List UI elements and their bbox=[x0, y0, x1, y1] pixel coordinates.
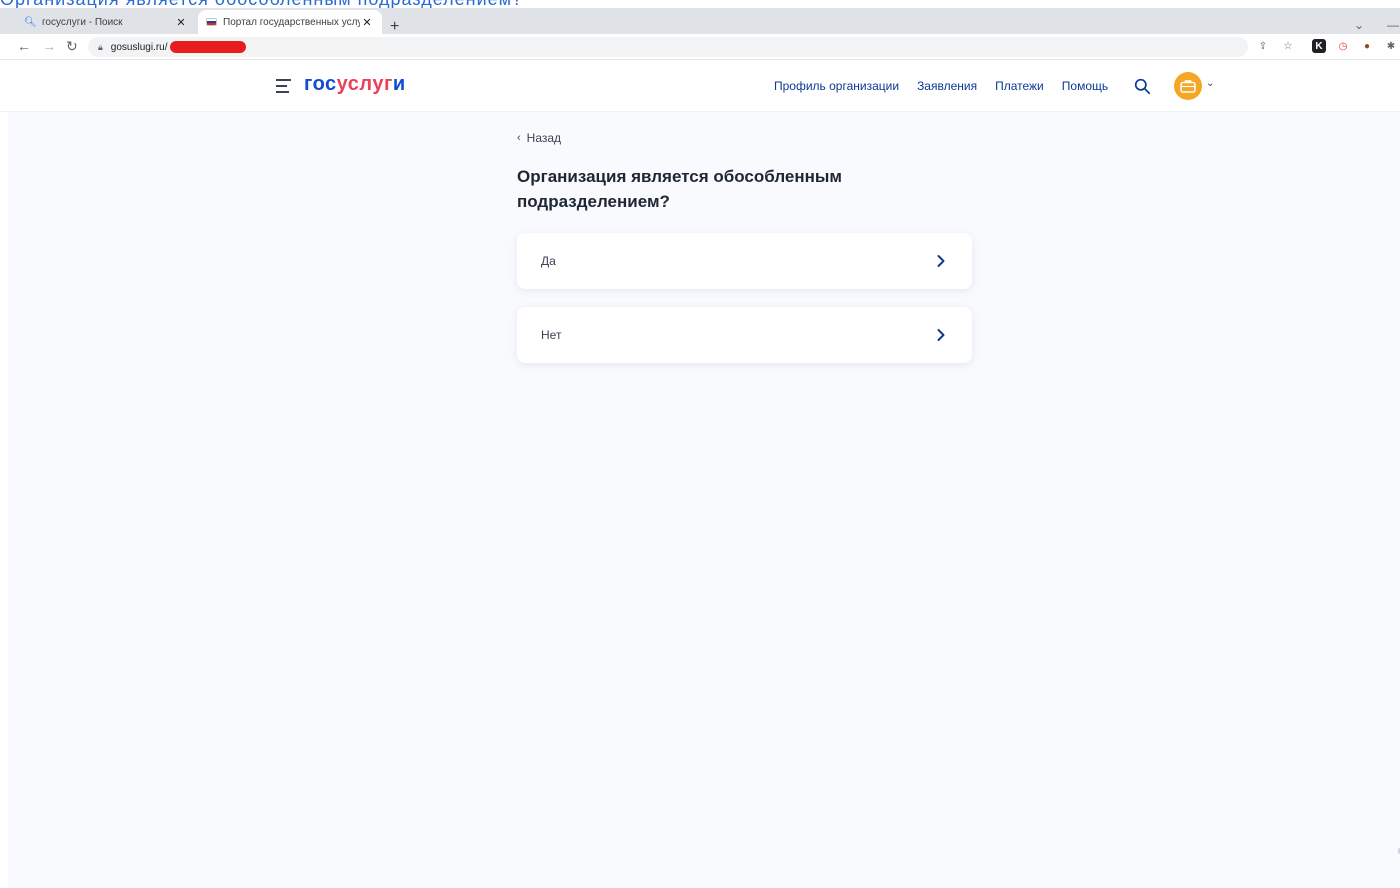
extension-avatar-icon[interactable]: ● bbox=[1360, 39, 1374, 53]
url-text: gosuslugi.ru/ bbox=[110, 41, 168, 53]
lock-icon: 🔒︎ bbox=[98, 41, 103, 52]
page-content: ‹ Назад Организация является обособленны… bbox=[8, 112, 1400, 888]
close-icon[interactable]: ✕ bbox=[360, 16, 374, 29]
search-icon[interactable] bbox=[1134, 78, 1151, 95]
russian-flag-icon bbox=[206, 18, 217, 26]
cropped-header-text: Организация является обособленным подраз… bbox=[0, 0, 523, 8]
url-input[interactable]: 🔒︎ gosuslugi.ru/ bbox=[88, 37, 1248, 57]
redacted-url-part bbox=[169, 41, 246, 53]
minimize-icon[interactable]: — bbox=[1387, 18, 1399, 32]
option-yes[interactable]: Да bbox=[517, 233, 972, 289]
option-label: Да bbox=[541, 254, 556, 268]
tab-gosuslugi[interactable]: Портал государственных услуг ✕ bbox=[198, 10, 382, 34]
nav-organization-profile[interactable]: Профиль организации bbox=[774, 79, 899, 93]
back-arrow-icon[interactable]: ← bbox=[17, 38, 31, 54]
tab-title: Портал государственных услуг bbox=[223, 16, 360, 28]
chevron-right-icon bbox=[937, 329, 945, 341]
main-nav: Профиль организации Заявления Платежи По… bbox=[774, 79, 1126, 93]
option-label: Нет bbox=[541, 328, 562, 342]
close-icon[interactable]: ✕ bbox=[174, 16, 188, 29]
chevron-down-icon[interactable]: ⌄ bbox=[1206, 78, 1214, 89]
reload-icon[interactable]: ↻ bbox=[66, 38, 78, 55]
site-header: госуслуги Профиль организации Заявления … bbox=[0, 61, 1400, 112]
cropped-top-strip: Организация является обособленным подраз… bbox=[0, 0, 1400, 8]
share-icon[interactable]: ⇪ bbox=[1256, 39, 1270, 53]
option-no[interactable]: Нет bbox=[517, 307, 972, 363]
gosuslugi-logo[interactable]: госуслуги bbox=[304, 73, 406, 96]
tab-title: госуслуги - Поиск bbox=[42, 16, 123, 28]
extension-k-icon[interactable]: K bbox=[1312, 39, 1326, 53]
nav-applications[interactable]: Заявления bbox=[917, 79, 977, 93]
organization-avatar[interactable] bbox=[1174, 72, 1202, 100]
extension-clock-icon[interactable]: ◷ bbox=[1336, 39, 1350, 53]
nav-payments[interactable]: Платежи bbox=[995, 79, 1044, 93]
back-link[interactable]: ‹ Назад bbox=[517, 131, 561, 145]
extensions-puzzle-icon[interactable]: ✱ bbox=[1384, 39, 1398, 53]
tab-search-dropdown-icon[interactable]: ⌄ bbox=[1354, 18, 1364, 32]
briefcase-icon bbox=[1180, 80, 1196, 93]
browser-address-bar: ← → ↻ 🔒︎ gosuslugi.ru/ ⇪ ☆ K ◷ ● ✱ bbox=[0, 34, 1400, 60]
page-title: Организация является обособленным подраз… bbox=[517, 167, 843, 211]
forward-arrow-icon[interactable]: → bbox=[42, 38, 56, 54]
nav-help[interactable]: Помощь bbox=[1062, 79, 1108, 93]
chevron-left-icon: ‹ bbox=[517, 132, 521, 144]
back-label: Назад bbox=[526, 131, 562, 145]
tab-search[interactable]: 🔍︎ госуслуги - Поиск ✕ bbox=[16, 10, 196, 34]
search-icon: 🔍︎ bbox=[24, 16, 37, 28]
menu-icon[interactable] bbox=[276, 79, 291, 97]
chevron-right-icon bbox=[937, 255, 945, 267]
browser-tab-bar: 🔍︎ госуслуги - Поиск ✕ Портал государств… bbox=[0, 8, 1400, 35]
bookmark-star-icon[interactable]: ☆ bbox=[1281, 39, 1295, 53]
